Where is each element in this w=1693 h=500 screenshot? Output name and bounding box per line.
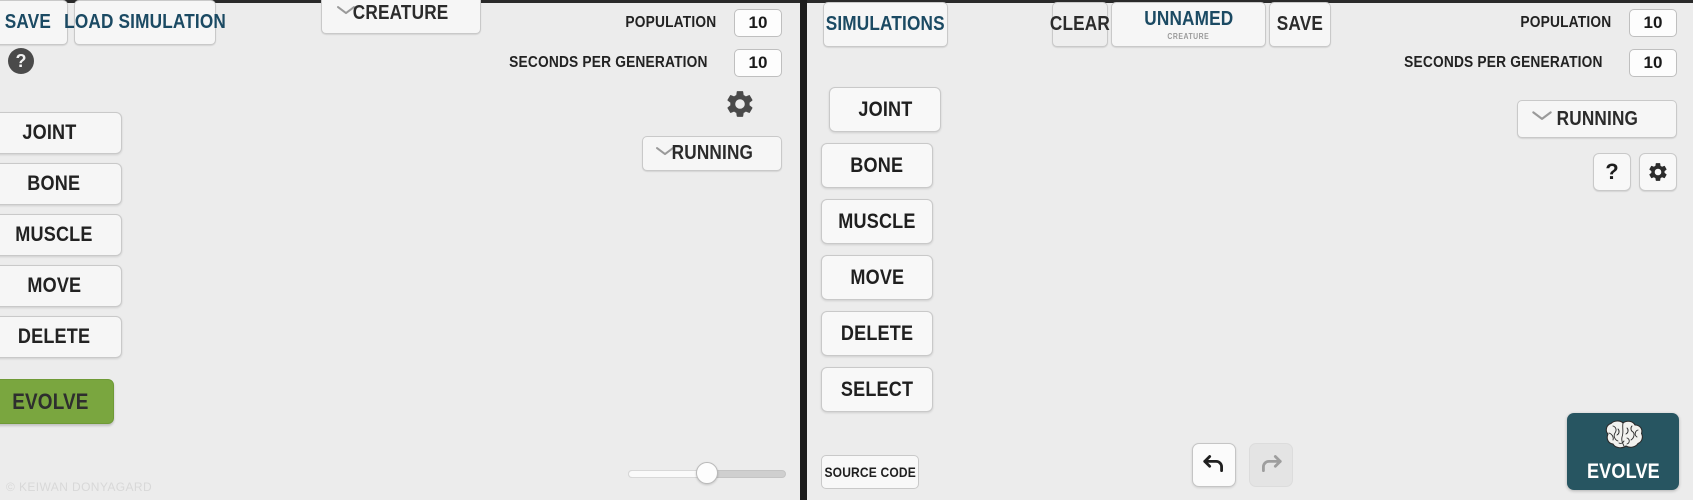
state-dropdown-left[interactable]: RUNNING (642, 136, 782, 171)
evolve-button-left[interactable]: EVOLVE (0, 379, 114, 424)
tool-button-muscle-right-label: MUSCLE (838, 209, 916, 233)
right-editor-panel: SIMULATIONS CLEAR UNNAMED CREATURE SAVE … (807, 0, 1693, 500)
state-dropdown-right[interactable]: RUNNING (1517, 100, 1677, 138)
copyright-text: © KEIWAN DONYAGARD (6, 480, 153, 494)
tool-button-move-right-label: MOVE (850, 265, 904, 289)
tool-button-joint-right[interactable]: JOINT (829, 87, 941, 132)
seconds-per-generation-row-left: SECONDS PER GENERATION 10 (493, 49, 782, 77)
clear-button-label: CLEAR (1049, 13, 1111, 35)
tool-button-delete-left-label: DELETE (17, 325, 91, 348)
tool-button-joint-left[interactable]: JOINT (0, 112, 122, 154)
evolve-button-right[interactable]: EVOLVE (1567, 413, 1679, 490)
redo-button[interactable] (1249, 443, 1293, 487)
population-label-right: POPULATION (1520, 14, 1612, 31)
help-icon-left-label: ? (15, 50, 27, 71)
load-simulation-button-label: LOAD SIMULATION (64, 11, 226, 33)
clear-button[interactable]: CLEAR (1049, 2, 1111, 47)
tool-button-move-left-label: MOVE (27, 274, 81, 297)
population-row-right: POPULATION 10 (1513, 9, 1677, 37)
app-root: SAVE LOAD SIMULATION CREATURE ? POPULATI… (0, 0, 1693, 500)
source-code-button-label: SOURCE CODE (824, 464, 916, 480)
tool-button-muscle-left-label: MUSCLE (15, 223, 93, 246)
help-button-right-label: ? (1605, 159, 1619, 184)
creature-dropdown-left-label: CREATURE (353, 1, 449, 24)
state-dropdown-right-label: RUNNING (1556, 107, 1638, 130)
evolve-button-right-label: EVOLVE (1586, 460, 1660, 483)
seconds-per-generation-row-right: SECONDS PER GENERATION 10 (1388, 49, 1677, 77)
help-icon-left[interactable]: ? (8, 48, 34, 74)
creature-name-label: UNNAMED (1143, 8, 1234, 30)
save-button-left-label: SAVE (4, 11, 52, 33)
left-simulation-panel: SAVE LOAD SIMULATION CREATURE ? POPULATI… (0, 0, 800, 500)
seconds-per-generation-input-right[interactable]: 10 (1629, 49, 1677, 77)
chevron-down-icon (1531, 109, 1553, 127)
help-button-right[interactable]: ? (1593, 153, 1631, 191)
simulations-button-label: SIMULATIONS (825, 13, 946, 35)
timeline-slider-knob[interactable] (696, 462, 718, 484)
brain-icon (1597, 419, 1649, 458)
population-row-left: POPULATION 10 (618, 9, 782, 37)
population-label-left: POPULATION (625, 14, 717, 31)
gear-icon-right[interactable] (1639, 153, 1677, 191)
tool-button-select-right-label: SELECT (840, 377, 914, 401)
creature-name-sublabel: CREATURE (1167, 32, 1210, 41)
tool-button-muscle-right[interactable]: MUSCLE (821, 199, 933, 244)
tool-button-move-left[interactable]: MOVE (0, 265, 122, 307)
tool-button-joint-right-label: JOINT (857, 97, 913, 121)
save-button-right-label: SAVE (1276, 13, 1324, 35)
tool-button-delete-left[interactable]: DELETE (0, 316, 122, 358)
tool-button-move-right[interactable]: MOVE (821, 255, 933, 300)
tool-button-joint-left-label: JOINT (21, 121, 77, 144)
seconds-per-generation-label-left: SECONDS PER GENERATION (509, 54, 708, 71)
tool-button-muscle-left[interactable]: MUSCLE (0, 214, 122, 256)
tool-button-bone-left[interactable]: BONE (0, 163, 122, 205)
population-input-left[interactable]: 10 (734, 9, 782, 37)
tool-button-delete-right-label: DELETE (840, 321, 914, 345)
creature-name-button[interactable]: UNNAMED CREATURE (1111, 2, 1266, 47)
redo-arrow-icon (1258, 450, 1284, 481)
creature-dropdown-left[interactable]: CREATURE (321, 0, 481, 34)
tool-button-delete-right[interactable]: DELETE (821, 311, 933, 356)
undo-arrow-icon (1201, 450, 1227, 481)
tool-button-bone-right-label: BONE (850, 153, 904, 177)
seconds-per-generation-label-right: SECONDS PER GENERATION (1404, 54, 1603, 71)
panel-divider (800, 0, 807, 500)
seconds-per-generation-input-left[interactable]: 10 (734, 49, 782, 77)
evolve-button-left-label: EVOLVE (11, 388, 89, 414)
load-simulation-button[interactable]: LOAD SIMULATION (64, 0, 226, 45)
population-input-right[interactable]: 10 (1629, 9, 1677, 37)
tool-button-select-right[interactable]: SELECT (821, 367, 933, 412)
save-button-right[interactable]: SAVE (1269, 2, 1331, 47)
simulations-button[interactable]: SIMULATIONS (823, 2, 948, 47)
tool-button-bone-right[interactable]: BONE (821, 143, 933, 188)
source-code-button[interactable]: SOURCE CODE (821, 455, 919, 489)
save-button-left[interactable]: SAVE (0, 0, 68, 45)
tool-button-bone-left-label: BONE (27, 172, 81, 195)
state-dropdown-left-label: RUNNING (671, 142, 753, 164)
undo-button[interactable] (1192, 443, 1236, 487)
timeline-slider[interactable] (628, 462, 786, 484)
gear-icon-left[interactable] (724, 88, 756, 125)
